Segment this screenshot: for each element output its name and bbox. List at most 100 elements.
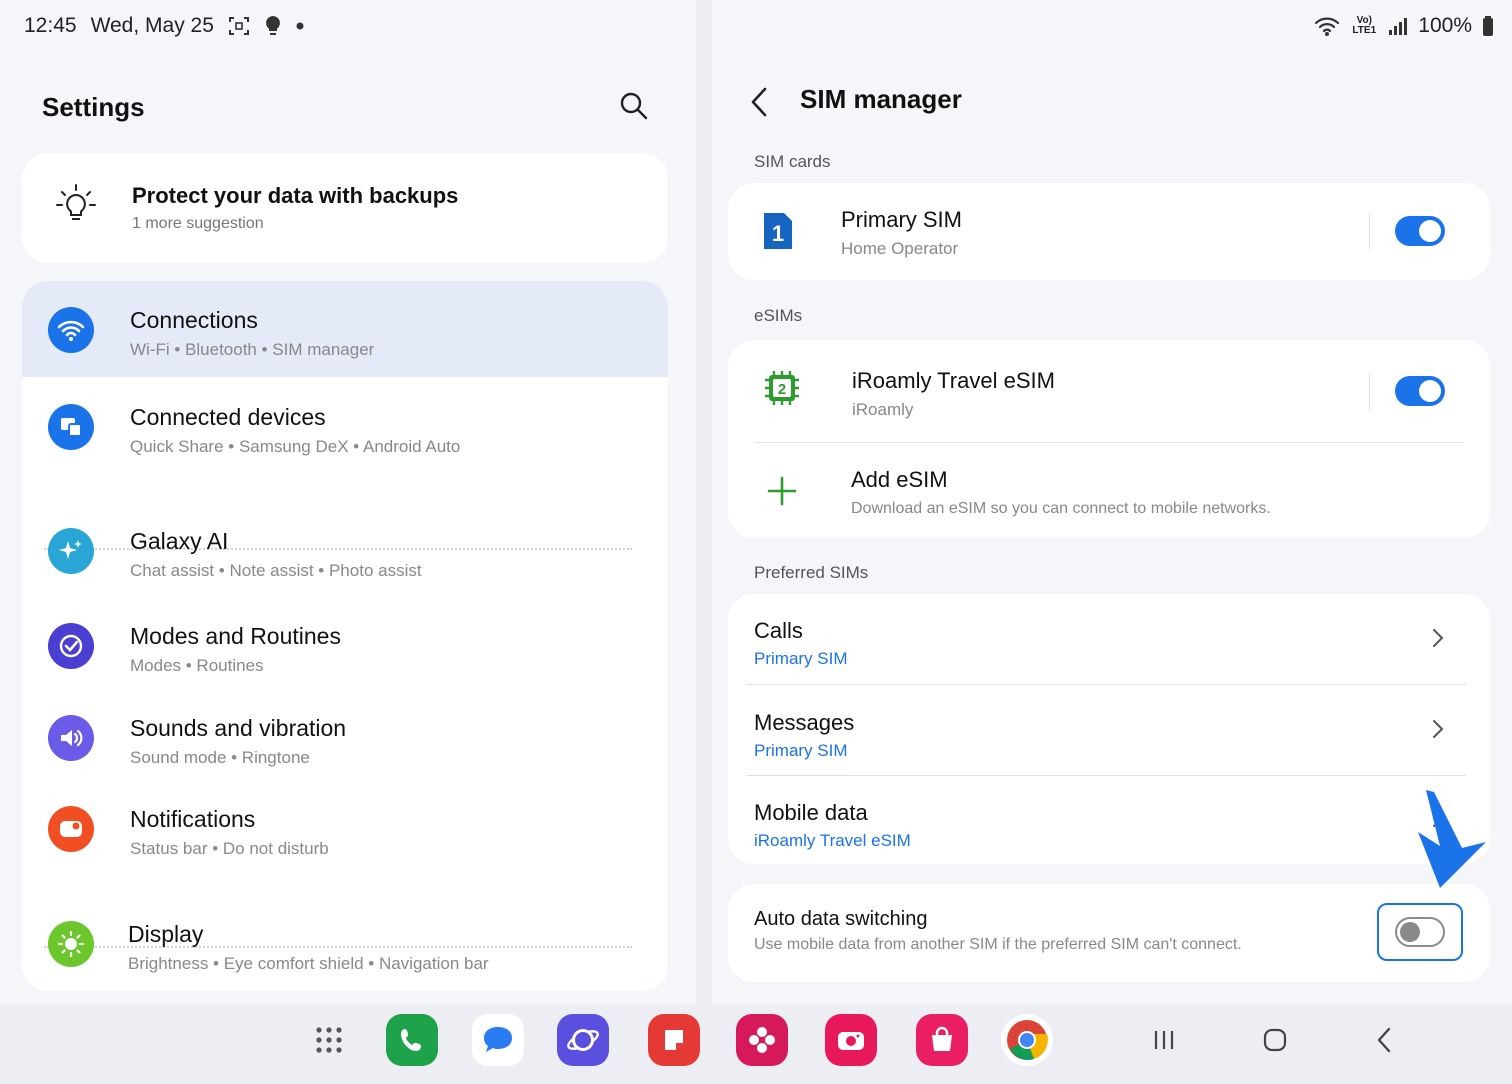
mobile-data-value: iRoamly Travel eSIM [754,831,911,850]
lightbulb-icon [54,183,98,227]
item-title: Display [128,921,204,947]
primary-sim-toggle[interactable] [1395,216,1445,246]
notification-icon [48,806,94,852]
nav-back-button[interactable] [1364,1022,1404,1058]
item-subtitle: Sound mode • Ringtone [130,748,310,767]
pane-divider[interactable] [696,0,712,1004]
settings-item-display[interactable]: Display Brightness • Eye comfort shield … [22,895,668,991]
mobile-data-title: Mobile data [754,800,868,825]
wifi-status-icon [1314,15,1340,37]
calls-title: Calls [754,618,803,643]
add-esim-title: Add eSIM [851,467,948,492]
auto-data-description: Use mobile data from another SIM if the … [754,936,1242,953]
section-label-sim-cards: SIM cards [754,152,831,171]
bulb-icon [264,15,282,37]
dot-icon [296,22,304,30]
settings-item-sounds[interactable]: Sounds and vibration Sound mode • Ringto… [22,689,668,785]
status-date: Wed, May 25 [90,14,214,37]
taskbar [0,1004,1512,1084]
plus-icon [766,475,806,515]
item-subtitle: Wi-Fi • Bluetooth • SIM manager [130,340,375,359]
primary-sim-operator: Home Operator [841,239,959,258]
esims-card: 2 iRoamly Travel eSIM iRoamly Add eSIM D… [728,340,1490,538]
home-icon [1263,1028,1287,1052]
recents-button[interactable] [1144,1022,1184,1058]
settings-item-modes-routines[interactable]: Modes and Routines Modes • Routines [22,597,668,693]
item-title: Modes and Routines [130,623,341,649]
messages-app-icon[interactable] [472,1014,524,1066]
settings-item-connected-devices[interactable]: Connected devices Quick Share • Samsung … [22,378,668,474]
settings-item-galaxy-ai[interactable]: Galaxy AI Chat assist • Note assist • Ph… [22,502,668,598]
notes-app-icon[interactable] [648,1014,700,1066]
recents-icon [1154,1031,1174,1049]
backup-suggestion-card[interactable]: Protect your data with backups 1 more su… [22,153,668,263]
sound-icon [48,715,94,761]
back-button[interactable] [742,82,776,122]
back-icon [1377,1027,1391,1053]
item-title: Connected devices [130,404,326,430]
galaxy-ai-icon [48,528,94,574]
back-arrow-icon [751,87,767,117]
messages-title: Messages [754,710,855,735]
messages-value: Primary SIM [754,741,848,760]
battery-icon [1482,15,1494,37]
esim-chip-icon: 2 [762,368,802,408]
mobile-data-row[interactable]: Mobile data iRoamly Travel eSIM [728,776,1490,864]
primary-sim-card[interactable]: 1 Primary SIM Home Operator [728,183,1490,280]
item-subtitle: Brightness • Eye comfort shield • Naviga… [128,954,489,973]
page-title: SIM manager [800,84,962,114]
separator [1369,374,1370,410]
battery-percent: 100% [1418,14,1472,37]
add-esim-row[interactable]: Add eSIM Download an eSIM so you can con… [728,443,1490,538]
connected-devices-icon [48,404,94,450]
suggestion-title: Protect your data with backups [132,183,459,208]
svg-text:2: 2 [778,381,786,398]
status-bar: 12:45 Wed, May 25 Vo) LTE1 100% [0,0,1512,56]
settings-item-notifications[interactable]: Notifications Status bar • Do not distur… [22,780,668,876]
pointer-arrow-icon [1418,790,1486,888]
home-button[interactable] [1255,1022,1295,1058]
wifi-icon [48,307,94,353]
auto-data-switching-toggle[interactable] [1395,917,1445,947]
gallery-app-icon[interactable] [736,1014,788,1066]
status-time: 12:45 [24,14,77,37]
item-subtitle: Status bar • Do not disturb [130,839,329,858]
calls-value: Primary SIM [754,649,848,668]
esim-title: iRoamly Travel eSIM [852,368,1055,393]
item-title: Galaxy AI [130,528,229,554]
auto-data-switching-card[interactable]: Auto data switching Use mobile data from… [728,884,1490,982]
volte-label: Vo) LTE1 [1352,15,1377,36]
chrome-app-icon[interactable] [1001,1014,1053,1066]
item-subtitle: Modes • Routines [130,656,264,675]
app-grid-icon [316,1027,342,1053]
sim-1-icon: 1 [760,211,800,251]
modes-icon [48,623,94,669]
esim-toggle[interactable] [1395,376,1445,406]
calls-row[interactable]: Calls Primary SIM [728,594,1490,684]
separator [1369,213,1370,249]
settings-item-connections[interactable]: Connections Wi-Fi • Bluetooth • SIM mana… [22,281,668,377]
display-icon [48,921,94,967]
preferred-sims-card: Calls Primary SIM Messages Primary SIM M… [728,594,1490,864]
auto-data-title: Auto data switching [754,908,928,930]
settings-list: Connections Wi-Fi • Bluetooth • SIM mana… [22,281,668,991]
item-subtitle: Quick Share • Samsung DeX • Android Auto [130,437,461,456]
section-label-esims: eSIMs [754,306,803,325]
camera-app-icon[interactable] [825,1014,877,1066]
svg-text:1: 1 [772,221,784,246]
settings-title: Settings [42,92,145,122]
sim-manager-pane: SIM manager SIM cards 1 Primary SIM Home… [712,56,1512,1004]
phone-app-icon[interactable] [386,1014,438,1066]
internet-app-icon[interactable] [557,1014,609,1066]
messages-row[interactable]: Messages Primary SIM [728,685,1490,775]
item-subtitle: Chat assist • Note assist • Photo assist [130,561,422,580]
galaxy-store-app-icon[interactable] [916,1014,968,1066]
settings-pane: Settings Protect your data with backups … [0,56,696,1004]
screenshot-icon [228,15,250,37]
section-label-preferred: Preferred SIMs [754,563,869,582]
primary-sim-title: Primary SIM [841,207,962,232]
search-icon [620,92,648,120]
search-button[interactable] [614,86,654,126]
app-drawer-button[interactable] [309,1022,349,1058]
item-title: Connections [130,307,258,333]
